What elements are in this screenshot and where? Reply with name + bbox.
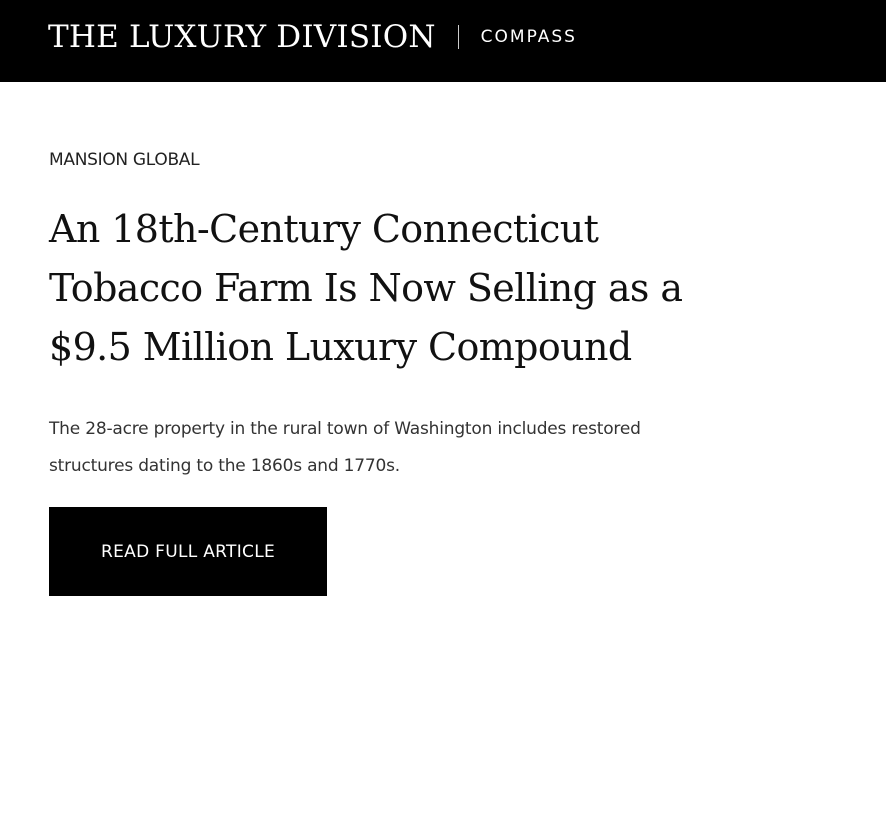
article-summary: The 28-acre property in the rural town o… [49, 419, 641, 476]
brand-divider [457, 25, 459, 49]
read-full-article-button[interactable]: READ FULL ARTICLE [49, 507, 327, 596]
article-source: MANSION GLOBAL [49, 150, 200, 170]
brand-title: THE LUXURY DIVISION [48, 19, 436, 55]
compass-logo: COMPASS [480, 27, 577, 47]
site-header: THE LUXURY DIVISION COMPASS [0, 0, 886, 82]
brand-logo[interactable]: THE LUXURY DIVISION COMPASS [48, 17, 577, 57]
article-headline: An 18th-Century Connecticut Tobacco Farm… [49, 207, 683, 369]
